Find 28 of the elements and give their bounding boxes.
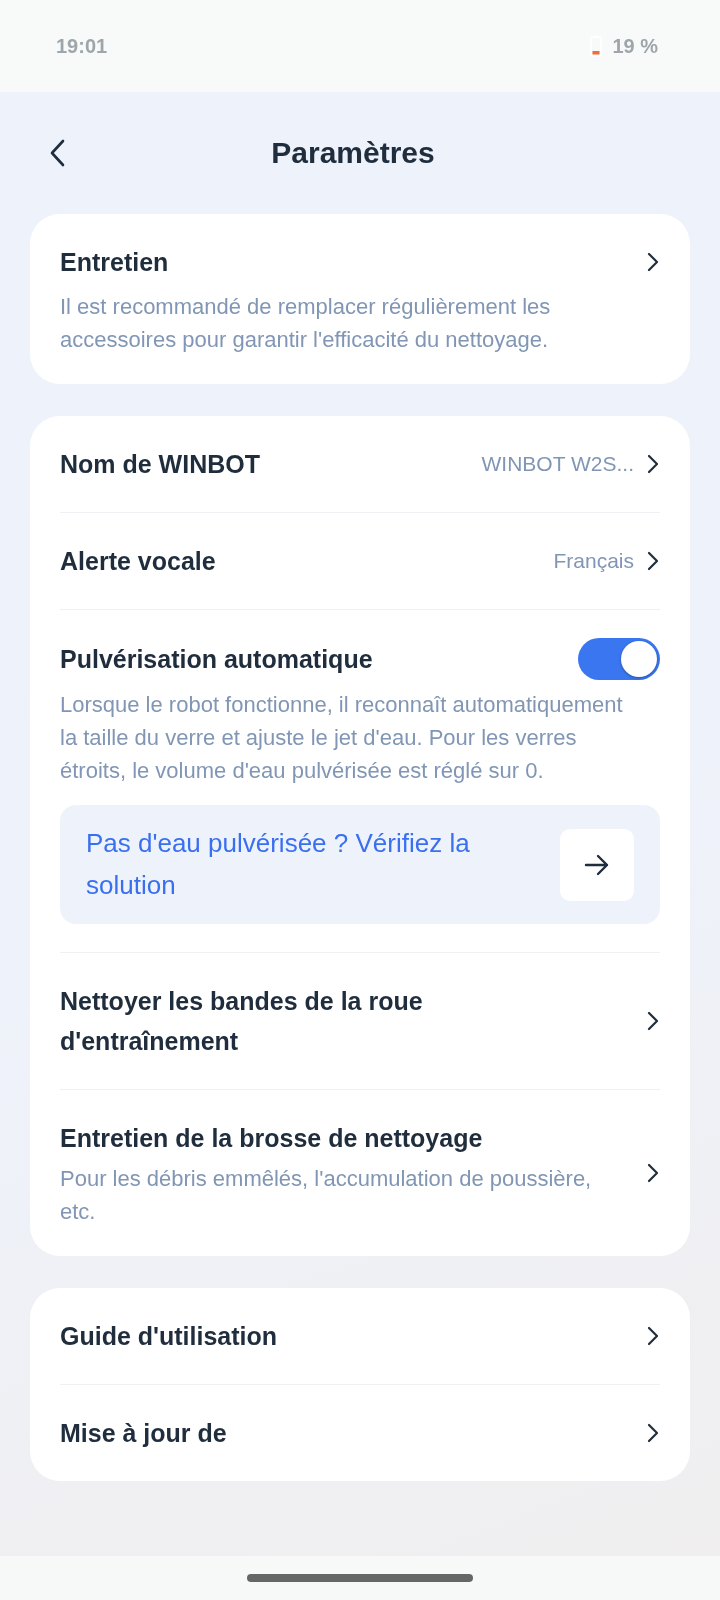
arrow-right-icon	[584, 853, 610, 876]
setting-description: Lorsque le robot fonctionne, il reconnaît automatiquement la taille du verre et ajuste le jet d'eau. Pour les verres étroits, le volume d'eau pulvérisée est réglé sur 0.	[60, 691, 624, 785]
chevron-right-icon[interactable]	[646, 1162, 660, 1185]
chevron-right-icon[interactable]	[646, 1325, 660, 1348]
home-handle[interactable]	[247, 1574, 473, 1582]
status-time: 19:01	[56, 34, 108, 58]
setting-label[interactable]: Entretien de la brosse de nettoyage	[60, 1118, 550, 1159]
chevron-right-icon[interactable]	[646, 453, 660, 475]
setting-description: Il est recommandé de remplacer régulièrement les accessoires pour garantir l'efficacité du nettoyage.	[60, 293, 552, 354]
chevron-right-icon[interactable]	[646, 550, 660, 572]
battery-icon	[590, 35, 603, 57]
setting-label[interactable]: Alerte vocale	[60, 541, 542, 581]
setting-label: Pulvérisation automatique	[60, 644, 374, 675]
setting-value: WINBOT W2S...	[481, 452, 634, 476]
setting-description: Pour les débris emmêlés, l'accumulation de poussière, etc.	[60, 1165, 593, 1227]
help-link[interactable]: Pas d'eau pulvérisée ? Vérifiez la solution	[86, 823, 540, 907]
setting-label[interactable]: Nom de WINBOT	[60, 444, 470, 484]
chevron-right-icon[interactable]	[646, 251, 660, 273]
setting-label[interactable]: Entretien	[60, 242, 550, 282]
setting-value: Français	[553, 549, 634, 573]
chevron-right-icon[interactable]	[646, 1422, 660, 1445]
setting-label[interactable]: Nettoyer les bandes de la roue d'entraînement	[60, 981, 550, 1062]
toggle-switch[interactable]	[578, 638, 660, 680]
page-title: Paramètres	[271, 136, 435, 170]
setting-label[interactable]: Mise à jour de	[60, 1413, 550, 1454]
setting-label[interactable]: Guide d'utilisation	[60, 1316, 550, 1357]
chevron-right-icon[interactable]	[646, 1010, 660, 1033]
battery-level: 19 %	[612, 34, 658, 58]
